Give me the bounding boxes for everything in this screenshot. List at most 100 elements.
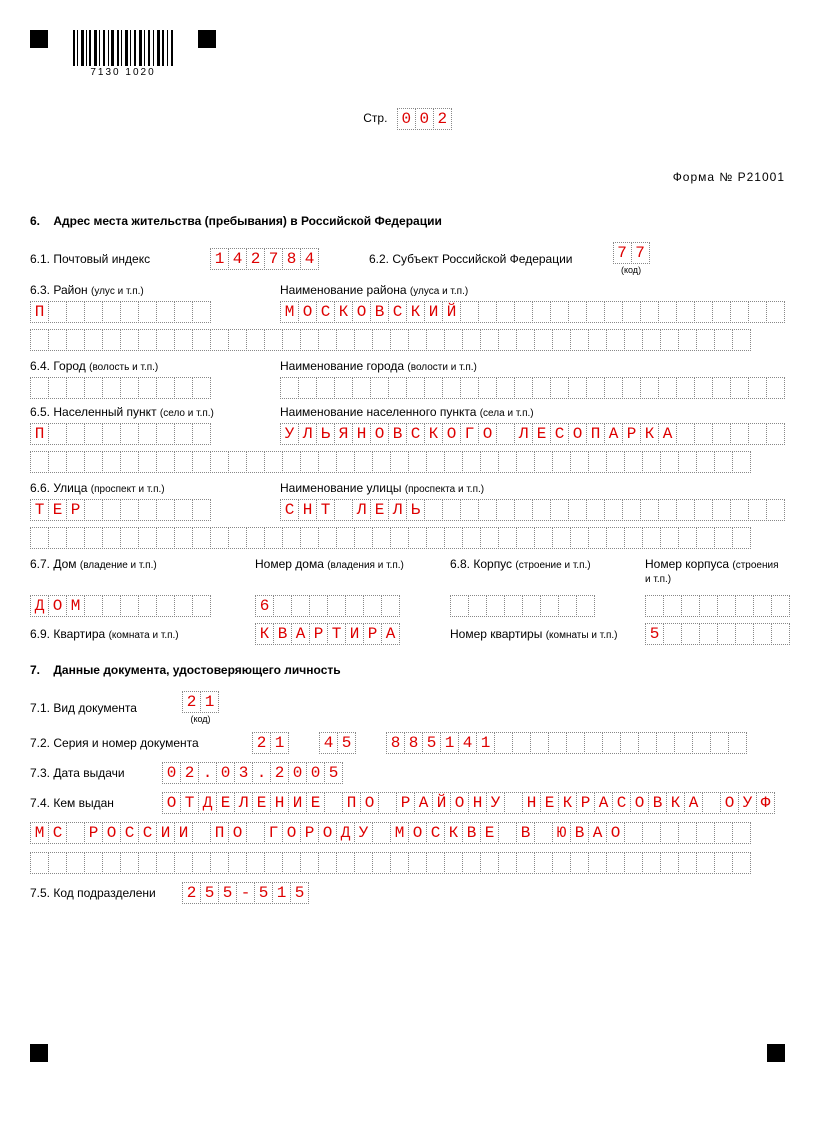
char-box (522, 595, 541, 617)
boxes-66-ext (30, 527, 751, 549)
char-box (120, 499, 139, 521)
char-box (480, 527, 499, 549)
char-box (84, 595, 103, 617)
char-box: 2 (246, 248, 265, 270)
char-box (540, 595, 559, 617)
char-box: В (516, 822, 535, 844)
char-box (138, 527, 157, 549)
char-box (622, 377, 641, 399)
char-box (282, 451, 301, 473)
char-box (694, 377, 713, 399)
char-box (442, 499, 461, 521)
char-box (714, 852, 733, 874)
char-box: А (658, 423, 677, 445)
char-box: К (406, 301, 425, 323)
char-box (444, 451, 463, 473)
char-box: Д (336, 822, 355, 844)
char-box (530, 732, 549, 754)
char-box: 2 (433, 108, 452, 130)
char-box (606, 451, 625, 473)
char-box (604, 377, 623, 399)
char-box (228, 852, 247, 874)
char-box: 5 (254, 882, 273, 904)
char-box (316, 377, 335, 399)
char-box (192, 822, 211, 844)
char-box (66, 822, 85, 844)
char-box (498, 451, 517, 473)
char-box (570, 451, 589, 473)
char-box (748, 377, 767, 399)
char-box (138, 451, 157, 473)
char-box (426, 852, 445, 874)
char-box: И (174, 822, 193, 844)
char-box (696, 527, 715, 549)
char-box: У (354, 822, 373, 844)
char-box (282, 527, 301, 549)
boxes-69-type: КВАРТИРА (255, 623, 400, 645)
char-box (516, 451, 535, 473)
char-box (246, 822, 265, 844)
char-box: 1 (210, 248, 229, 270)
char-box (192, 423, 211, 445)
char-box: 8 (386, 732, 405, 754)
char-box (696, 852, 715, 874)
char-box (156, 527, 175, 549)
char-box: А (594, 792, 613, 814)
char-box: А (291, 623, 310, 645)
char-box (712, 423, 731, 445)
char-box: Р (66, 499, 85, 521)
char-box (84, 329, 103, 351)
char-box (156, 301, 175, 323)
char-box: Л (388, 499, 407, 521)
char-box (300, 329, 319, 351)
char-box: Р (300, 822, 319, 844)
char-box: Л (298, 423, 317, 445)
char-box (586, 301, 605, 323)
char-box: Е (540, 792, 559, 814)
char-box: 2 (270, 762, 289, 784)
char-box: Т (327, 623, 346, 645)
char-box (84, 499, 103, 521)
char-box (390, 852, 409, 874)
boxes-74-1: ОТДЕЛЕНИЕ ПО РАЙОНУ НЕКРАСОВКА ОУФ (162, 792, 775, 814)
char-box (534, 822, 553, 844)
char-box (372, 329, 391, 351)
char-box (678, 852, 697, 874)
boxes-64-name (280, 377, 785, 399)
char-box (334, 377, 353, 399)
char-box (174, 595, 193, 617)
char-box (478, 377, 497, 399)
char-box: У (280, 423, 299, 445)
char-box (468, 595, 487, 617)
char-box (282, 329, 301, 351)
boxes-62: 77 (613, 242, 650, 264)
char-box (138, 852, 157, 874)
char-box (771, 595, 790, 617)
char-box (156, 377, 175, 399)
char-box (656, 732, 675, 754)
char-box (732, 329, 751, 351)
char-box (516, 329, 535, 351)
char-box (588, 852, 607, 874)
char-box (622, 499, 641, 521)
char-box (300, 852, 319, 874)
char-box (480, 451, 499, 473)
char-box (48, 451, 67, 473)
char-box (273, 595, 292, 617)
char-box: А (604, 423, 623, 445)
char-box (570, 852, 589, 874)
char-box (604, 301, 623, 323)
char-box (30, 852, 49, 874)
char-box (138, 423, 157, 445)
char-box (372, 527, 391, 549)
char-box: 4 (458, 732, 477, 754)
char-box (678, 451, 697, 473)
char-box (174, 329, 193, 351)
char-box: О (48, 595, 67, 617)
char-box (30, 329, 49, 351)
char-box (681, 595, 700, 617)
char-box: 1 (272, 882, 291, 904)
char-box (444, 527, 463, 549)
char-box (624, 852, 643, 874)
top-left-marker (30, 30, 48, 48)
